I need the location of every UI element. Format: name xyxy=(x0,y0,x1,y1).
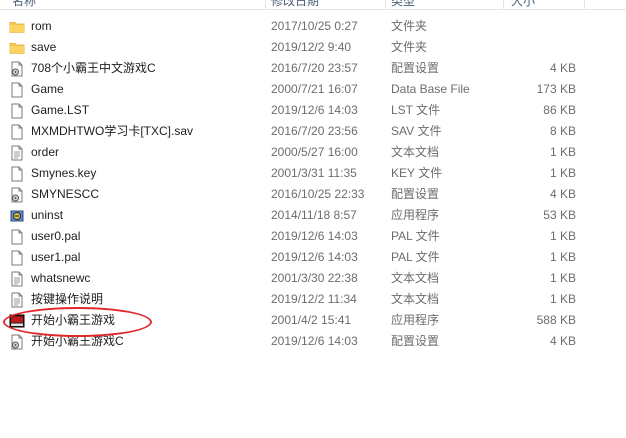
file-name: Game.LST xyxy=(31,103,90,117)
uninstall-app-icon xyxy=(9,208,25,224)
file-type: SAV 文件 xyxy=(391,124,442,138)
file-list: rom 2017/10/25 0:27 文件夹 save 2019/12/2 9:40 文… xyxy=(0,16,626,352)
column-header-date[interactable]: 修改日期 xyxy=(271,0,319,9)
file-date-modified: 2016/10/25 22:33 xyxy=(271,187,365,201)
file-size: 1 KB xyxy=(549,271,576,285)
folder-icon xyxy=(9,19,25,35)
column-divider[interactable] xyxy=(584,0,585,9)
file-name: Smynes.key xyxy=(31,166,97,180)
file-date-modified: 2001/3/31 11:35 xyxy=(271,166,357,180)
file-size: 8 KB xyxy=(549,124,576,138)
file-type: 文本文档 xyxy=(391,292,440,306)
file-type: 文本文档 xyxy=(391,271,440,285)
file-date-modified: 2001/4/2 15:41 xyxy=(271,313,352,327)
column-divider[interactable] xyxy=(503,0,504,9)
file-type: 配置设置 xyxy=(391,334,440,348)
column-divider[interactable] xyxy=(265,0,266,9)
file-size: 4 KB xyxy=(549,187,576,201)
file-size: 1 KB xyxy=(549,145,576,159)
column-divider[interactable] xyxy=(385,0,386,9)
file-row[interactable]: Smynes.key 2001/3/31 11:35 KEY 文件 1 KB xyxy=(0,163,626,184)
file-row[interactable]: save 2019/12/2 9:40 文件夹 xyxy=(0,37,626,58)
text-file-icon xyxy=(9,145,25,161)
file-type: LST 文件 xyxy=(391,103,441,117)
file-row[interactable]: whatsnewc 2001/3/30 22:38 文本文档 1 KB xyxy=(0,268,626,289)
file-date-modified: 2019/12/6 14:03 xyxy=(271,229,358,243)
red-circle-annotation xyxy=(3,307,152,337)
settings-file-icon xyxy=(9,334,25,350)
column-header-size[interactable]: 大小 xyxy=(511,0,535,9)
file-name: SMYNESCC xyxy=(31,187,100,201)
file-row[interactable]: 708个小霸王中文游戏C 2016/7/20 23:57 配置设置 4 KB xyxy=(0,58,626,79)
file-type: 应用程序 xyxy=(391,313,440,327)
file-row[interactable]: user0.pal 2019/12/6 14:03 PAL 文件 1 KB xyxy=(0,226,626,247)
file-date-modified: 2019/12/2 9:40 xyxy=(271,40,352,54)
file-type: Data Base File xyxy=(391,82,470,96)
file-type: PAL 文件 xyxy=(391,250,440,264)
file-date-modified: 2016/7/20 23:57 xyxy=(271,61,358,75)
file-size: 1 KB xyxy=(549,229,576,243)
file-date-modified: 2000/7/21 16:07 xyxy=(271,82,358,96)
file-type: 文件夹 xyxy=(391,40,428,54)
file-row[interactable]: user1.pal 2019/12/6 14:03 PAL 文件 1 KB xyxy=(0,247,626,268)
file-name: rom xyxy=(31,19,52,33)
text-file-icon xyxy=(9,292,25,308)
settings-file-icon xyxy=(9,61,25,77)
file-icon xyxy=(9,229,25,245)
file-date-modified: 2016/7/20 23:56 xyxy=(271,124,358,138)
file-date-modified: 2000/5/27 16:00 xyxy=(271,145,358,159)
file-size: 53 KB xyxy=(543,208,576,222)
file-row[interactable]: MXMDHTWO学习卡[TXC].sav 2016/7/20 23:56 SAV 文… xyxy=(0,121,626,142)
folder-icon xyxy=(9,40,25,56)
file-name: order xyxy=(31,145,60,159)
file-size: 1 KB xyxy=(549,250,576,264)
file-size: 86 KB xyxy=(543,103,576,117)
file-row[interactable]: rom 2017/10/25 0:27 文件夹 xyxy=(0,16,626,37)
file-size: 4 KB xyxy=(549,61,576,75)
file-type: PAL 文件 xyxy=(391,229,440,243)
file-name: Game xyxy=(31,82,64,96)
file-name: MXMDHTWO学习卡[TXC].sav xyxy=(31,124,193,138)
file-name: uninst xyxy=(31,208,64,222)
file-date-modified: 2017/10/25 0:27 xyxy=(271,19,358,33)
file-name: user1.pal xyxy=(31,250,81,264)
file-size: 4 KB xyxy=(549,334,576,348)
file-icon xyxy=(9,124,25,140)
file-date-modified: 2019/12/6 14:03 xyxy=(271,250,358,264)
file-name: whatsnewc xyxy=(31,271,91,285)
file-date-modified: 2019/12/6 14:03 xyxy=(271,334,358,348)
file-size: 588 KB xyxy=(536,313,576,327)
file-type: 配置设置 xyxy=(391,61,440,75)
file-date-modified: 2019/12/6 14:03 xyxy=(271,103,358,117)
file-name: 708个小霸王中文游戏C xyxy=(31,61,156,75)
file-name: save xyxy=(31,40,57,54)
text-file-icon xyxy=(9,271,25,287)
file-row[interactable]: Game 2000/7/21 16:07 Data Base File 173 KB xyxy=(0,79,626,100)
file-type: 配置设置 xyxy=(391,187,440,201)
file-size: 173 KB xyxy=(536,82,576,96)
file-size: 1 KB xyxy=(549,166,576,180)
settings-file-icon xyxy=(9,187,25,203)
file-type: 文本文档 xyxy=(391,145,440,159)
file-row[interactable]: Game.LST 2019/12/6 14:03 LST 文件 86 KB xyxy=(0,100,626,121)
file-row[interactable]: order 2000/5/27 16:00 文本文档 1 KB xyxy=(0,142,626,163)
column-header-type[interactable]: 类型 xyxy=(391,0,415,9)
file-date-modified: 2001/3/30 22:38 xyxy=(271,271,358,285)
file-name: user0.pal xyxy=(31,229,81,243)
file-type: 文件夹 xyxy=(391,19,428,33)
file-type: 应用程序 xyxy=(391,208,440,222)
file-date-modified: 2014/11/18 8:57 xyxy=(271,208,357,222)
file-row[interactable]: uninst 2014/11/18 8:57 应用程序 53 KB xyxy=(0,205,626,226)
column-header-name[interactable]: 名称 xyxy=(12,0,36,9)
file-icon xyxy=(9,166,25,182)
file-icon xyxy=(9,250,25,266)
file-icon xyxy=(9,103,25,119)
column-header-bar: 名称 修改日期 类型 大小 xyxy=(0,0,626,10)
file-date-modified: 2019/12/2 11:34 xyxy=(271,292,357,306)
file-row[interactable]: SMYNESCC 2016/10/25 22:33 配置设置 4 KB xyxy=(0,184,626,205)
file-size: 1 KB xyxy=(549,292,576,306)
file-type: KEY 文件 xyxy=(391,166,443,180)
file-icon xyxy=(9,82,25,98)
